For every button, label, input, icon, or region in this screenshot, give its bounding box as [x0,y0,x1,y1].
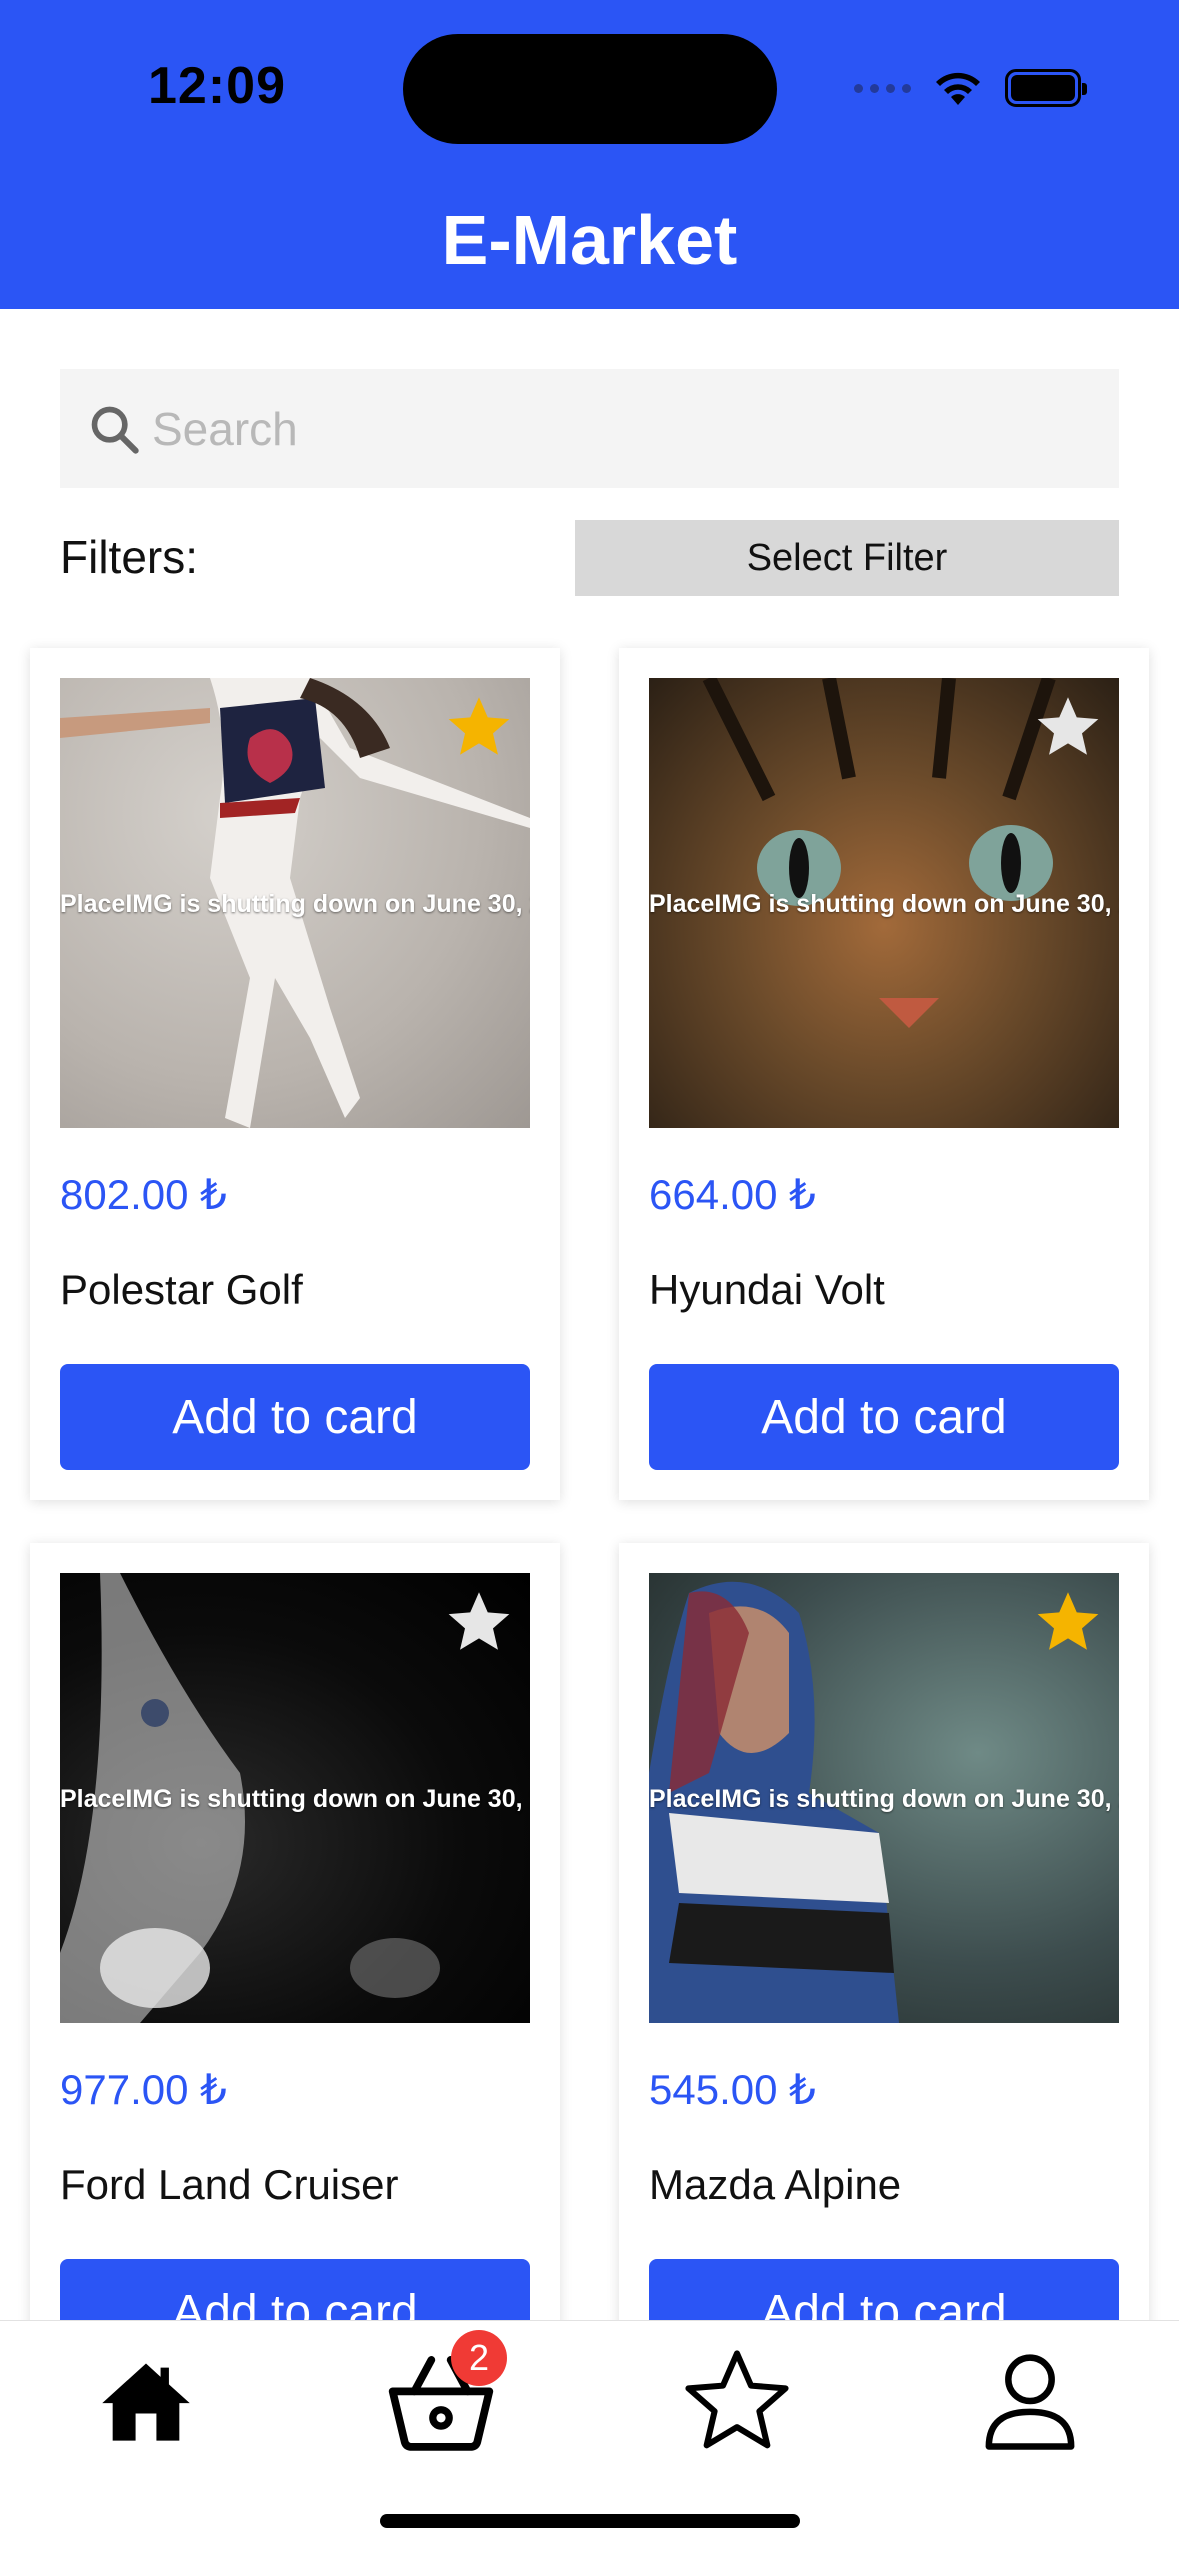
product-card[interactable]: PlaceIMG is shutting down on June 30, 20… [619,648,1149,1500]
favorite-star-icon[interactable] [444,1587,514,1657]
image-overlay-text: PlaceIMG is shutting down on June 30, 20… [60,1785,530,1813]
tab-profile[interactable] [970,2336,1090,2466]
product-name[interactable]: Ford Land Cruiser [60,2161,398,2209]
product-price: 977.00 ₺ [60,2066,227,2113]
product-card[interactable]: PlaceIMG is shutting down on June 30, 20… [619,1543,1149,2320]
search-icon [91,406,139,454]
product-name[interactable]: Hyundai Volt [649,1266,885,1314]
home-icon [102,2363,190,2441]
product-image[interactable]: PlaceIMG is shutting down on June 30, 20… [60,1573,530,2023]
product-name[interactable]: Mazda Alpine [649,2161,901,2209]
filters-label: Filters: [60,531,198,583]
cart-count-badge: 2 [451,2330,507,2386]
image-overlay-text: PlaceIMG is shutting down on June 30, 20… [649,1785,1119,1813]
favorite-star-icon[interactable] [444,692,514,762]
image-overlay-text: PlaceIMG is shutting down on June 30, 20… [649,890,1119,918]
add-to-cart-button[interactable]: Add to card [649,2259,1119,2320]
select-filter-button[interactable]: Select Filter [575,520,1119,596]
app-screen: 12:09 E-Market PlaceIMG is shutting down… [0,0,1179,2556]
tab-home[interactable] [86,2336,206,2466]
product-image[interactable]: PlaceIMG is shutting down on June 30, 20… [649,1573,1119,2023]
product-name[interactable]: Polestar Golf [60,1266,303,1314]
product-card[interactable]: PlaceIMG is shutting down on June 30, 20… [30,1543,560,2320]
search-bar[interactable] [60,369,1119,488]
favorite-star-icon[interactable] [1033,692,1103,762]
product-grid[interactable]: PlaceIMG is shutting down on June 30, 20… [0,0,1179,2320]
image-overlay-text: PlaceIMG is shutting down on June 30, 20… [60,890,530,918]
product-price: 664.00 ₺ [649,1171,816,1218]
add-to-cart-button[interactable]: Add to card [60,2259,530,2320]
profile-icon [985,2354,1075,2450]
product-price: 802.00 ₺ [60,1171,227,1218]
product-image[interactable]: PlaceIMG is shutting down on June 30, 20… [649,678,1119,1128]
product-card[interactable]: PlaceIMG is shutting down on June 30, 20… [30,648,560,1500]
product-image[interactable]: PlaceIMG is shutting down on June 30, 20… [60,678,530,1128]
add-to-cart-button[interactable]: Add to card [649,1364,1119,1470]
home-indicator[interactable] [380,2514,800,2528]
tab-favorites[interactable] [677,2336,797,2466]
search-input[interactable] [152,401,1052,456]
product-price: 545.00 ₺ [649,2066,816,2113]
add-to-cart-button[interactable]: Add to card [60,1364,530,1470]
favorite-star-icon[interactable] [1033,1587,1103,1657]
star-icon [685,2350,789,2449]
